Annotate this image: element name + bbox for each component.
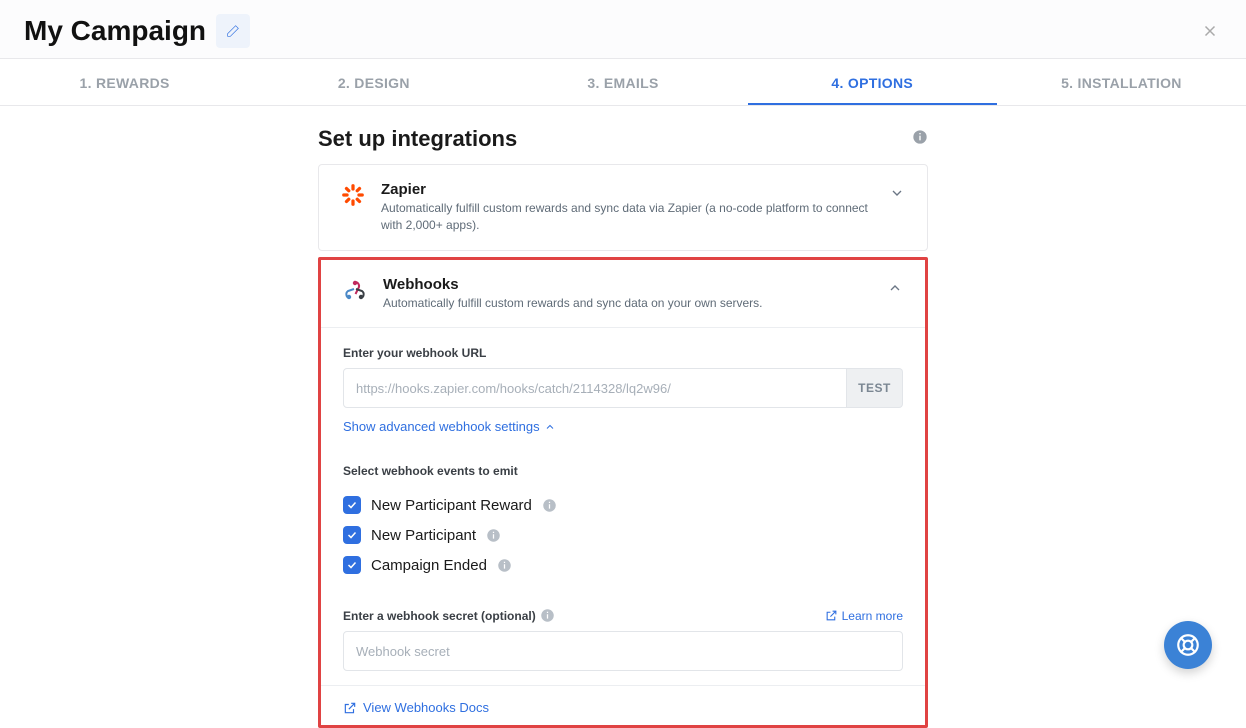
show-advanced-link[interactable]: Show advanced webhook settings — [343, 419, 556, 434]
info-icon[interactable] — [486, 528, 501, 543]
secret-label: Enter a webhook secret (optional) — [343, 608, 555, 623]
checkbox-icon — [343, 526, 361, 544]
webhook-url-input[interactable] — [343, 368, 847, 408]
tab-installation[interactable]: 5. INSTALLATION — [997, 59, 1246, 105]
webhook-secret-input[interactable] — [343, 631, 903, 671]
event-label: New Participant Reward — [371, 497, 532, 514]
learn-more-link[interactable]: Learn more — [825, 609, 903, 623]
zapier-desc: Automatically fulfill custom rewards and… — [381, 200, 875, 234]
webhooks-highlight: Webhooks Automatically fulfill custom re… — [318, 257, 928, 728]
webhooks-desc: Automatically fulfill custom rewards and… — [383, 295, 873, 312]
wizard-tabs: 1. REWARDS 2. DESIGN 3. EMAILS 4. OPTION… — [0, 59, 1246, 105]
tab-design[interactable]: 2. DESIGN — [249, 59, 498, 105]
test-button[interactable]: TEST — [847, 368, 903, 408]
events-label: Select webhook events to emit — [343, 464, 903, 478]
header-bar: My Campaign — [0, 0, 1246, 58]
view-docs-link[interactable]: View Webhooks Docs — [343, 700, 903, 715]
checkbox-icon — [343, 556, 361, 574]
chevron-up-icon — [544, 421, 556, 433]
pencil-icon — [225, 23, 241, 39]
tab-emails[interactable]: 3. EMAILS — [498, 59, 747, 105]
section-title: Set up integrations — [318, 126, 898, 152]
event-label: Campaign Ended — [371, 557, 487, 574]
edit-title-button[interactable] — [216, 14, 250, 48]
info-icon[interactable] — [540, 608, 555, 623]
info-icon[interactable] — [912, 129, 928, 150]
webhooks-toggle[interactable]: Webhooks Automatically fulfill custom re… — [321, 260, 925, 328]
info-icon[interactable] — [542, 498, 557, 513]
event-row-new-participant-reward[interactable]: New Participant Reward — [343, 490, 903, 520]
zapier-icon — [339, 181, 367, 209]
tab-options[interactable]: 4. OPTIONS — [748, 59, 997, 105]
webhooks-title: Webhooks — [383, 276, 873, 293]
event-row-new-participant[interactable]: New Participant — [343, 520, 903, 550]
lifebuoy-icon — [1175, 632, 1201, 658]
zapier-title: Zapier — [381, 181, 875, 198]
page-title: My Campaign — [24, 15, 206, 47]
event-row-campaign-ended[interactable]: Campaign Ended — [343, 550, 903, 580]
help-fab-button[interactable] — [1164, 621, 1212, 669]
webhooks-icon — [341, 276, 369, 304]
checkbox-icon — [343, 496, 361, 514]
zapier-card: Zapier Automatically fulfill custom rewa… — [318, 164, 928, 251]
event-label: New Participant — [371, 527, 476, 544]
chevron-up-icon — [887, 280, 905, 298]
close-button[interactable] — [1198, 19, 1222, 43]
external-link-icon — [343, 701, 357, 715]
external-link-icon — [825, 609, 838, 622]
chevron-down-icon — [889, 185, 907, 203]
info-icon[interactable] — [497, 558, 512, 573]
zapier-toggle[interactable]: Zapier Automatically fulfill custom rewa… — [319, 165, 927, 250]
tab-rewards[interactable]: 1. REWARDS — [0, 59, 249, 105]
close-icon — [1201, 22, 1219, 40]
webhook-url-label: Enter your webhook URL — [343, 346, 903, 360]
